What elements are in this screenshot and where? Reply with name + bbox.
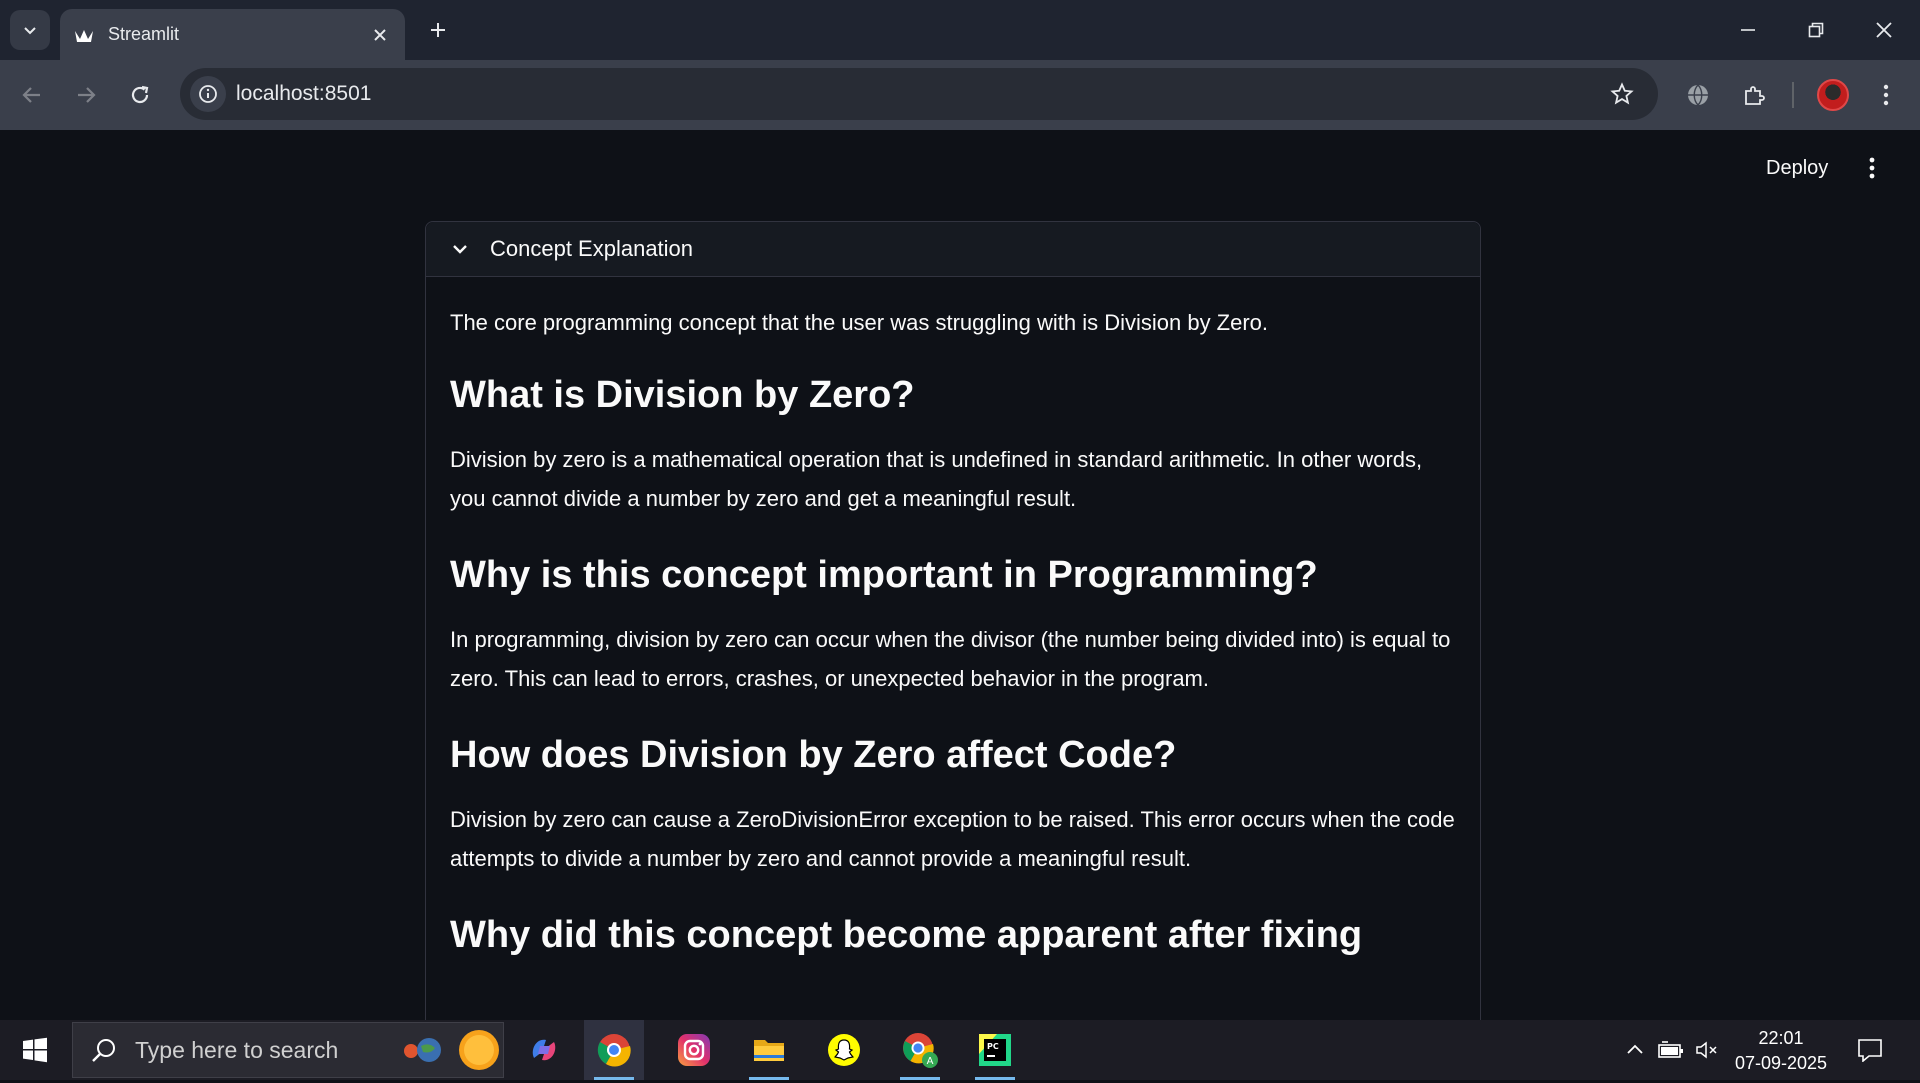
reload-icon [131, 85, 149, 104]
app-menu-button[interactable] [1854, 148, 1890, 188]
windows-logo-icon [23, 1037, 47, 1063]
restore-icon [1808, 22, 1824, 38]
expander-title: Concept Explanation [490, 236, 694, 261]
heading-why-apparent: Why did this concept become apparent aft… [450, 914, 1363, 956]
heading-affect-code: How does Division by Zero affect Code? [450, 734, 1177, 776]
clock-date: 07-09-2025 [1734, 1053, 1828, 1073]
extensions-button[interactable] [1734, 75, 1774, 115]
search-highlight-icon [393, 1022, 503, 1078]
globe-icon [1688, 84, 1708, 106]
close-icon [1876, 22, 1892, 38]
intro-paragraph: The core programming concept that the us… [450, 310, 1269, 335]
search-icon [89, 1035, 119, 1065]
paragraph-affect: Division by zero can cause a ZeroDivisio… [450, 807, 1455, 871]
chevron-down-icon [448, 237, 472, 261]
notification-icon[interactable] [1852, 1034, 1888, 1066]
arrow-left-icon [22, 87, 40, 103]
minimize-icon [1741, 29, 1755, 31]
streamlit-favicon-icon [74, 25, 94, 45]
plus-icon [431, 23, 445, 37]
deploy-button[interactable]: Deploy [1754, 148, 1840, 188]
heading-why-important: Why is this concept important in Program… [450, 554, 1318, 596]
paragraph-definition: Division by zero is a mathematical opera… [450, 447, 1423, 511]
speaker-muted-icon[interactable] [1692, 1035, 1722, 1065]
avatar [1817, 79, 1849, 111]
browser-tabstrip: Streamlit [0, 0, 1920, 60]
svg-text:PC: PC [987, 1042, 999, 1051]
streamlit-app: Deploy Concept Explanation The core prog… [0, 130, 1920, 1020]
more-vertical-icon [1883, 84, 1889, 106]
paragraph-importance: In programming, division by zero can occ… [450, 627, 1451, 691]
chrome-icon[interactable] [584, 1020, 644, 1080]
star-icon [1610, 82, 1634, 105]
browser-toolbar: localhost:8501 [0, 60, 1920, 130]
info-icon [199, 85, 217, 103]
heading-what-is: What is Division by Zero? [450, 374, 915, 416]
windows-taskbar: Type here to search A PC 22:01 07-09-202… [0, 1020, 1920, 1080]
browser-menu-button[interactable] [1866, 75, 1906, 115]
file-explorer-icon[interactable] [739, 1020, 799, 1080]
expander-body: The core programming concept that the us… [426, 277, 1480, 958]
pycharm-icon[interactable]: PC [965, 1020, 1025, 1080]
concept-expander: Concept Explanation The core programming… [425, 221, 1481, 1020]
translate-button[interactable] [1678, 75, 1718, 115]
minimize-button[interactable] [1718, 6, 1778, 54]
battery-icon[interactable] [1656, 1035, 1686, 1065]
close-icon [374, 28, 386, 41]
arrow-right-icon [78, 87, 96, 103]
tab-title: Streamlit [108, 24, 180, 44]
browser-tab[interactable]: Streamlit [60, 9, 405, 60]
toolbar-divider [1792, 82, 1794, 108]
address-bar[interactable]: localhost:8501 [180, 68, 1658, 120]
bookmark-button[interactable] [1602, 74, 1642, 114]
new-tab-button[interactable] [422, 14, 454, 46]
tab-search-button[interactable] [10, 10, 50, 50]
clock-time: 22:01 [1758, 1028, 1804, 1048]
window-close-button[interactable] [1854, 6, 1914, 54]
forward-button[interactable] [68, 77, 104, 113]
taskbar-clock[interactable]: 22:01 07-09-2025 [1730, 1026, 1832, 1076]
more-vertical-icon [1869, 157, 1875, 179]
url-text[interactable]: localhost:8501 [236, 82, 1602, 106]
expander-header[interactable]: Concept Explanation [426, 222, 1480, 277]
chevron-down-icon [24, 27, 36, 35]
restore-button[interactable] [1786, 6, 1846, 54]
taskbar-search[interactable]: Type here to search [72, 1022, 504, 1078]
svg-text:A: A [927, 1056, 934, 1067]
snapchat-icon[interactable] [814, 1020, 874, 1080]
chrome-profile-icon[interactable]: A [890, 1020, 950, 1080]
puzzle-icon [1745, 86, 1765, 105]
back-button[interactable] [14, 77, 50, 113]
profile-button[interactable] [1813, 75, 1853, 115]
site-info-button[interactable] [190, 76, 226, 112]
reload-button[interactable] [122, 77, 158, 113]
tab-close-button[interactable] [365, 20, 395, 50]
start-button[interactable] [0, 1020, 70, 1080]
search-placeholder: Type here to search [135, 1036, 339, 1063]
instagram-icon[interactable] [664, 1020, 724, 1080]
chevron-up-icon[interactable] [1620, 1035, 1650, 1065]
copilot-icon[interactable] [514, 1020, 574, 1080]
